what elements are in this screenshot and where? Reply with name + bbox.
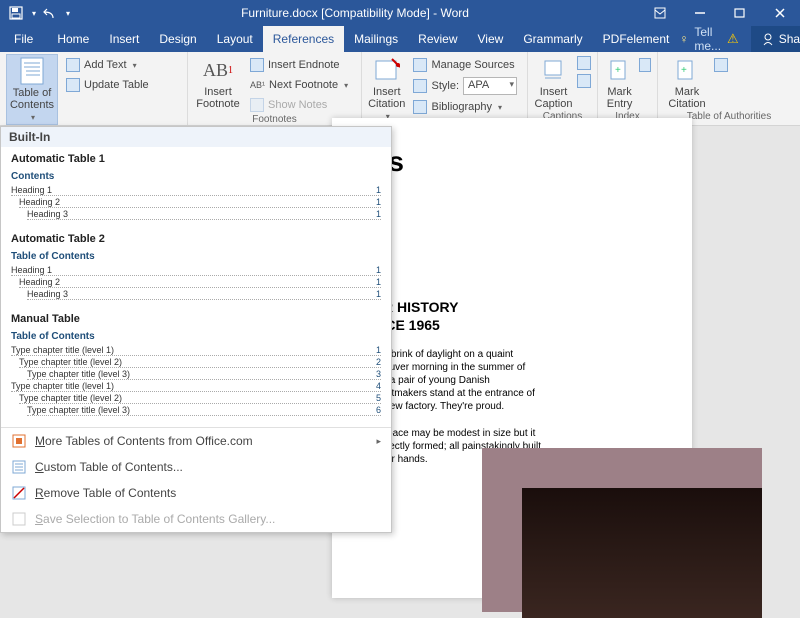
svg-text:+: +	[681, 65, 687, 76]
show-notes-icon	[250, 98, 264, 112]
toc-preview-row: Type chapter title (level 2)2	[19, 357, 381, 368]
save-selection-toc-button: Save Selection to Table of Contents Gall…	[1, 506, 391, 532]
tellme-lamp-icon[interactable]: ♀	[679, 32, 688, 46]
window-controls	[640, 0, 800, 26]
caption-extra-icon-1[interactable]	[577, 56, 591, 70]
custom-toc-button[interactable]: Custom Table of Contents...	[1, 454, 391, 480]
tab-review[interactable]: Review	[408, 26, 467, 52]
more-toc-office-button[interactable]: More Tables of Contents from Office.com …	[1, 428, 391, 454]
style-dropdown[interactable]: APA	[463, 77, 517, 95]
remove-toc-icon	[11, 485, 27, 501]
image-placeholder	[522, 488, 762, 618]
manage-sources-button[interactable]: Manage Sources	[409, 56, 521, 74]
group-label-footnotes: Footnotes	[194, 114, 355, 126]
insert-endnote-button[interactable]: Insert Endnote	[246, 56, 352, 74]
footnote-icon: AB1	[204, 56, 232, 84]
window-title: Furniture.docx [Compatibility Mode] - Wo…	[70, 6, 640, 20]
toc-option-automatic-1[interactable]: Automatic Table 1 Contents Heading 11Hea…	[1, 147, 391, 227]
next-footnote-icon: AB¹	[250, 80, 265, 90]
add-text-icon	[66, 58, 80, 72]
save-icon[interactable]	[8, 5, 24, 21]
mark-entry-icon: +	[606, 56, 634, 84]
tab-pdfelement[interactable]: PDFelement	[593, 26, 680, 52]
history-heading: OUR HISTORYSINCE 1965	[362, 298, 662, 334]
toc-icon	[18, 57, 46, 85]
document-area[interactable]: nts 24 OUR HISTORYSINCE 1965 At the brin…	[392, 126, 800, 591]
mark-entry-button[interactable]: + Mark Entry	[604, 54, 635, 110]
gallery-header-builtin: Built-In	[1, 127, 391, 147]
toc-preview-row: Type chapter title (level 3)6	[27, 405, 381, 416]
table-of-contents-button[interactable]: Table of Contents ▾	[6, 54, 58, 125]
qat-caret-icon[interactable]: ▾	[32, 9, 36, 18]
remove-toc-button[interactable]: Remove Table of Contents	[1, 480, 391, 506]
toc-preview-row: Heading 11	[11, 265, 381, 276]
toc-preview-row: Heading 21	[19, 197, 381, 208]
close-button[interactable]	[760, 0, 800, 26]
insert-caption-button[interactable]: Insert Caption	[534, 54, 573, 110]
titlebar: ▾ ▾ Furniture.docx [Compatibility Mode] …	[0, 0, 800, 26]
toc-preview-row: Type chapter title (level 1)1	[11, 345, 381, 356]
next-footnote-button[interactable]: AB¹Next Footnote▾	[246, 76, 352, 94]
bibliography-button[interactable]: Bibliography▾	[409, 98, 521, 116]
endnote-icon	[250, 58, 264, 72]
tab-references[interactable]: References	[263, 26, 344, 52]
caption-extra-icon-2[interactable]	[577, 74, 591, 88]
toc-preview-row: Type chapter title (level 2)5	[19, 393, 381, 404]
tab-home[interactable]: Home	[47, 26, 99, 52]
caption-icon	[540, 56, 568, 84]
insert-citation-button[interactable]: Insert Citation ▾	[368, 54, 405, 123]
tellme-input[interactable]: Tell me...	[694, 25, 721, 53]
update-table-button[interactable]: Update Table	[62, 76, 153, 94]
ribbon: Table of Contents ▾ Add Text▾ Update Tab…	[0, 52, 800, 126]
toc-option-manual[interactable]: Manual Table Table of Contents Type chap…	[1, 307, 391, 423]
bibliography-icon	[413, 100, 427, 114]
tab-mailings[interactable]: Mailings	[344, 26, 408, 52]
style-icon	[413, 79, 427, 93]
mark-citation-icon: +	[673, 56, 701, 84]
minimize-button[interactable]	[680, 0, 720, 26]
ribbon-display-options-icon[interactable]	[640, 0, 680, 26]
toc-option-automatic-2[interactable]: Automatic Table 2 Table of Contents Head…	[1, 227, 391, 307]
submenu-arrow-icon: ▸	[376, 436, 381, 447]
save-selection-icon	[11, 511, 27, 527]
mark-citation-button[interactable]: + Mark Citation	[664, 54, 710, 110]
toc-preview-row: Heading 31	[27, 289, 381, 300]
show-notes-button[interactable]: Show Notes	[246, 96, 352, 114]
manage-sources-icon	[413, 58, 427, 72]
toc-preview-row: Heading 11	[11, 185, 381, 196]
tab-design[interactable]: Design	[149, 26, 206, 52]
toc-preview-row: Type chapter title (level 3)3	[27, 369, 381, 380]
tab-file[interactable]: File	[0, 26, 47, 52]
citation-icon	[373, 56, 401, 84]
add-text-button[interactable]: Add Text▾	[62, 56, 153, 74]
svg-text:+: +	[615, 65, 621, 76]
maximize-button[interactable]	[720, 0, 760, 26]
page-heading-partial: nts	[362, 146, 662, 178]
quick-access-toolbar: ▾ ▾	[0, 5, 70, 21]
insert-footnote-button[interactable]: AB1 Insert Footnote	[194, 54, 242, 110]
page-number-text: 24	[362, 268, 662, 294]
share-label: Share	[779, 32, 800, 46]
citation-style-select[interactable]: Style: APA	[409, 76, 521, 96]
custom-toc-icon	[11, 459, 27, 475]
office-icon	[11, 433, 27, 449]
authorities-extra-icon[interactable]	[714, 58, 728, 72]
toc-preview-row: Heading 21	[19, 277, 381, 288]
toc-preview-row: Heading 31	[27, 209, 381, 220]
warning-icon[interactable]: ⚠	[727, 31, 739, 47]
update-table-icon	[66, 78, 80, 92]
toc-gallery-dropdown: Built-In Automatic Table 1 Contents Head…	[0, 126, 392, 533]
share-button[interactable]: Share	[751, 26, 800, 52]
index-extra-icon[interactable]	[639, 58, 651, 72]
toc-preview-row: Type chapter title (level 1)4	[11, 381, 381, 392]
undo-icon[interactable]	[42, 5, 58, 21]
tab-layout[interactable]: Layout	[207, 26, 263, 52]
tab-insert[interactable]: Insert	[99, 26, 149, 52]
share-icon	[761, 32, 775, 46]
ribbon-tabbar: File Home Insert Design Layout Reference…	[0, 26, 800, 52]
tab-view[interactable]: View	[468, 26, 514, 52]
tab-grammarly[interactable]: Grammarly	[513, 26, 592, 52]
